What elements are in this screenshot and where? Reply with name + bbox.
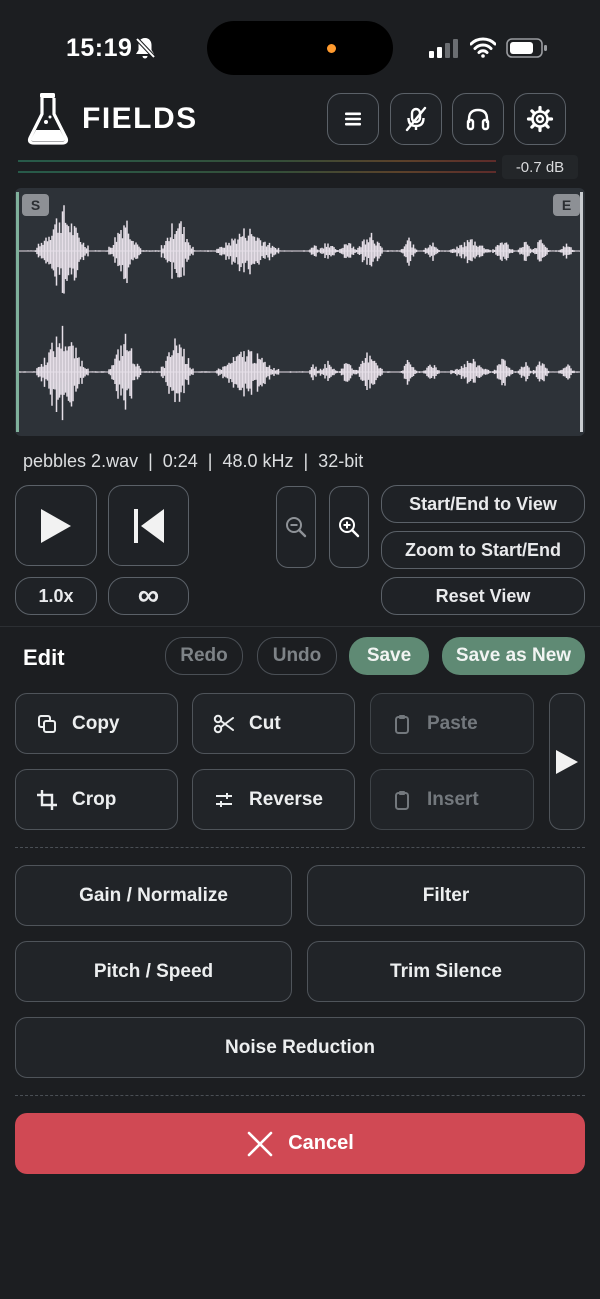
crop-button[interactable]: Crop bbox=[15, 769, 178, 830]
reset-view-button[interactable]: Reset View bbox=[381, 577, 585, 615]
signal-icon bbox=[429, 39, 458, 58]
mic-off-icon bbox=[405, 106, 427, 132]
settings-icon bbox=[526, 105, 554, 133]
app-title: FIELDS bbox=[82, 102, 198, 135]
dynamic-island bbox=[207, 21, 393, 75]
save-button[interactable]: Save bbox=[349, 637, 429, 675]
more-tools-button[interactable] bbox=[549, 693, 585, 830]
cancel-button[interactable]: Cancel bbox=[15, 1113, 585, 1174]
copy-button[interactable]: Copy bbox=[15, 693, 178, 754]
zoom-out-icon bbox=[286, 517, 307, 538]
zoom-in-button[interactable] bbox=[329, 486, 369, 568]
battery-icon bbox=[506, 38, 547, 58]
section-divider bbox=[0, 626, 600, 627]
level-meter bbox=[18, 157, 496, 177]
menu-icon bbox=[345, 112, 361, 126]
close-icon bbox=[247, 1131, 273, 1156]
headphones-icon bbox=[466, 108, 490, 131]
dashed-divider bbox=[15, 1095, 585, 1096]
trim-silence-button[interactable]: Trim Silence bbox=[307, 941, 585, 1002]
clipboard-icon bbox=[395, 790, 409, 810]
status-time: 15:19 bbox=[66, 34, 133, 62]
undo-button[interactable]: Undo bbox=[257, 637, 337, 675]
cancel-label: Cancel bbox=[288, 1132, 354, 1154]
play-icon bbox=[41, 508, 71, 543]
scissors-icon bbox=[213, 714, 234, 733]
gain-normalize-button[interactable]: Gain / Normalize bbox=[15, 865, 292, 926]
skip-back-icon bbox=[133, 508, 164, 543]
redo-button[interactable]: Redo bbox=[165, 637, 243, 675]
flask-logo-icon bbox=[27, 93, 69, 145]
start-handle[interactable] bbox=[16, 192, 19, 432]
menu-button[interactable] bbox=[327, 93, 379, 145]
copy-label: Copy bbox=[72, 712, 120, 734]
bell-slash-icon bbox=[135, 37, 156, 59]
reverse-button[interactable]: Reverse bbox=[192, 769, 355, 830]
chevron-right-icon bbox=[556, 749, 578, 774]
insert-button[interactable]: Insert bbox=[370, 769, 534, 830]
noise-reduction-button[interactable]: Noise Reduction bbox=[15, 1017, 585, 1078]
headphones-button[interactable] bbox=[452, 93, 504, 145]
loop-button[interactable]: ∞ bbox=[108, 577, 189, 615]
dashed-divider bbox=[15, 847, 585, 848]
file-info: pebbles 2.wav | 0:24 | 48.0 kHz | 32-bit bbox=[23, 451, 364, 471]
reverse-icon bbox=[216, 792, 232, 807]
waveform-graphic bbox=[18, 205, 581, 421]
crop-icon bbox=[37, 789, 57, 810]
start-end-to-view-button[interactable]: Start/End to View bbox=[381, 485, 585, 523]
insert-label: Insert bbox=[427, 788, 479, 810]
pitch-speed-button[interactable]: Pitch / Speed bbox=[15, 941, 292, 1002]
skip-to-start-button[interactable] bbox=[108, 485, 189, 566]
input-monitor-button[interactable] bbox=[390, 93, 442, 145]
peak-db-readout: -0.7 dB bbox=[502, 155, 578, 179]
play-button[interactable] bbox=[15, 485, 97, 566]
copy-icon bbox=[38, 714, 56, 733]
edit-section-title: Edit bbox=[23, 645, 65, 670]
paste-label: Paste bbox=[427, 712, 478, 734]
save-as-new-button[interactable]: Save as New bbox=[442, 637, 585, 675]
clipboard-icon bbox=[395, 714, 409, 734]
wifi-icon bbox=[470, 37, 496, 58]
zoom-out-button[interactable] bbox=[276, 486, 316, 568]
zoom-in-icon bbox=[339, 517, 360, 538]
end-handle[interactable] bbox=[580, 192, 583, 432]
zoom-to-start-end-button[interactable]: Zoom to Start/End bbox=[381, 531, 585, 569]
paste-button[interactable]: Paste bbox=[370, 693, 534, 754]
recording-indicator bbox=[327, 44, 336, 53]
cut-button[interactable]: Cut bbox=[192, 693, 355, 754]
reverse-label: Reverse bbox=[249, 788, 323, 810]
end-marker[interactable]: E bbox=[553, 194, 580, 216]
start-marker[interactable]: S bbox=[22, 194, 49, 216]
settings-button[interactable] bbox=[514, 93, 566, 145]
waveform-view[interactable] bbox=[15, 188, 585, 436]
filter-button[interactable]: Filter bbox=[307, 865, 585, 926]
cut-label: Cut bbox=[249, 712, 281, 734]
speed-button[interactable]: 1.0x bbox=[15, 577, 97, 615]
crop-label: Crop bbox=[72, 788, 117, 810]
